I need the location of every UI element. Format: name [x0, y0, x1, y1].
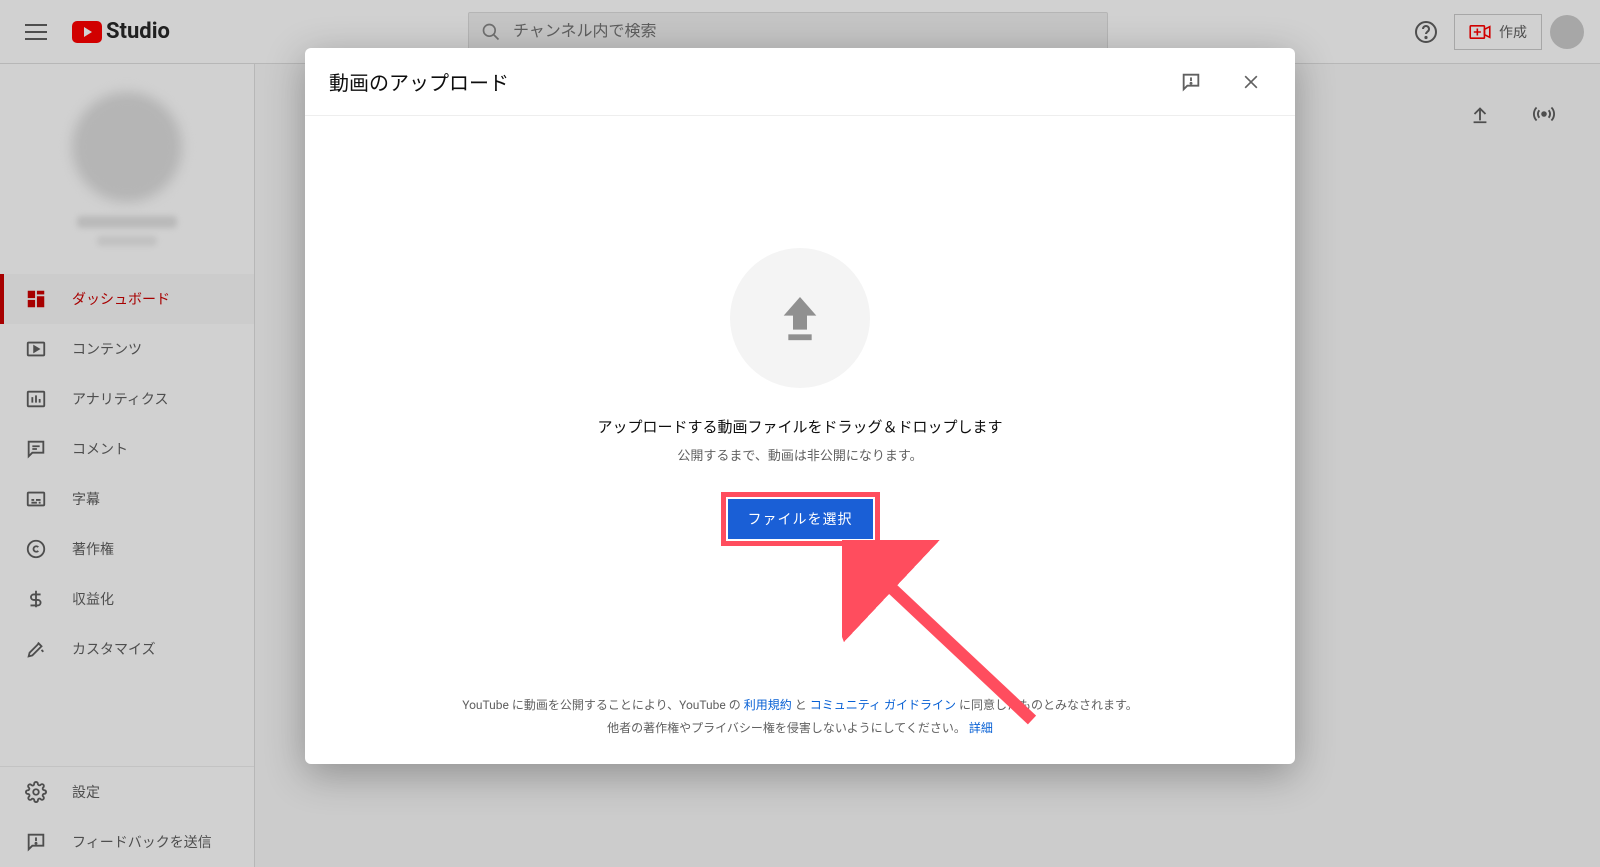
channel-sub-placeholder	[97, 236, 157, 246]
create-camera-icon	[1469, 24, 1491, 40]
account-avatar[interactable]	[1550, 15, 1584, 49]
sidebar-item-subtitles[interactable]: 字幕	[0, 474, 254, 524]
modal-footer: YouTube に動画を公開することにより、YouTube の 利用規約 と コ…	[305, 678, 1295, 764]
sidebar-item-label: 字幕	[72, 489, 100, 509]
upload-arrow-icon	[1469, 103, 1491, 125]
sidebar-item-analytics[interactable]: アナリティクス	[0, 374, 254, 424]
sidebar-item-settings[interactable]: 設定	[0, 767, 254, 817]
sidebar-item-monetization[interactable]: 収益化	[0, 574, 254, 624]
nav: ダッシュボード コンテンツ アナリティクス コメント	[0, 274, 254, 766]
sidebar-item-customize[interactable]: カスタマイズ	[0, 624, 254, 674]
close-icon	[1241, 72, 1261, 92]
menu-button[interactable]	[16, 12, 56, 52]
feedback-modal-button[interactable]	[1171, 62, 1211, 102]
tos-link[interactable]: 利用規約	[744, 698, 792, 712]
hamburger-icon	[25, 24, 47, 40]
select-button-highlight: ファイルを選択	[721, 492, 880, 546]
logo[interactable]: Studio	[72, 19, 170, 44]
sidebar-item-comments[interactable]: コメント	[0, 424, 254, 474]
sidebar-item-label: ダッシュボード	[72, 289, 170, 309]
search-wrap	[186, 12, 1390, 52]
close-button[interactable]	[1231, 62, 1271, 102]
select-file-button[interactable]: ファイルを選択	[728, 499, 873, 539]
analytics-icon	[24, 387, 48, 411]
sidebar-item-label: コメント	[72, 439, 128, 459]
upload-modal: 動画のアップロード アップロードする動画ファイルをドラッグ＆ドロップします 公開…	[305, 48, 1295, 764]
upload-drop-circle[interactable]	[730, 248, 870, 388]
footer-text: に同意したものとみなされます。	[959, 698, 1138, 712]
channel-avatar[interactable]	[72, 92, 182, 202]
settings-icon	[24, 780, 48, 804]
sidebar-item-label: コンテンツ	[72, 339, 142, 359]
footer-text: YouTube に動画を公開することにより、YouTube の	[462, 698, 740, 712]
live-icon	[1531, 103, 1557, 125]
header-right: 作成	[1406, 12, 1584, 52]
search-input[interactable]	[513, 23, 1095, 41]
search-icon	[481, 22, 501, 42]
more-link[interactable]: 詳細	[969, 721, 993, 735]
guidelines-link[interactable]: コミュニティ ガイドライン	[810, 698, 956, 712]
help-icon	[1414, 20, 1438, 44]
sidebar-item-copyright[interactable]: 著作権	[0, 524, 254, 574]
sidebar-item-label: フィードバックを送信	[72, 832, 212, 852]
sidebar-item-label: 設定	[72, 782, 100, 802]
channel-header	[0, 76, 254, 274]
feedback-icon	[1180, 71, 1202, 93]
monetization-icon	[24, 587, 48, 611]
sidebar: ダッシュボード コンテンツ アナリティクス コメント	[0, 64, 255, 867]
sidebar-item-label: 著作権	[72, 539, 114, 559]
create-button[interactable]: 作成	[1454, 14, 1542, 50]
upload-shortcut-button[interactable]	[1460, 94, 1500, 134]
comments-icon	[24, 437, 48, 461]
sidebar-item-label: アナリティクス	[72, 389, 168, 409]
sidebar-item-label: カスタマイズ	[72, 639, 156, 659]
customize-icon	[24, 637, 48, 661]
dashboard-icon	[24, 287, 48, 311]
youtube-play-icon	[72, 21, 102, 43]
footer-text: 他者の著作権やプライバシー権を侵害しないようにしてください。	[607, 721, 966, 735]
sidebar-item-label: 収益化	[72, 589, 114, 609]
nav-bottom: 設定 フィードバックを送信	[0, 766, 254, 867]
feedback-icon	[24, 830, 48, 854]
subtitles-icon	[24, 487, 48, 511]
search-box[interactable]	[468, 12, 1108, 52]
content-top-icons	[1460, 94, 1564, 134]
sidebar-item-feedback[interactable]: フィードバックを送信	[0, 817, 254, 867]
modal-body[interactable]: アップロードする動画ファイルをドラッグ＆ドロップします 公開するまで、動画は非公…	[305, 116, 1295, 678]
footer-text: と	[795, 698, 807, 712]
channel-name-placeholder	[77, 216, 177, 228]
sidebar-item-content[interactable]: コンテンツ	[0, 324, 254, 374]
upload-drag-message: アップロードする動画ファイルをドラッグ＆ドロップします	[597, 416, 1002, 437]
logo-text: Studio	[106, 19, 170, 44]
upload-private-message: 公開するまで、動画は非公開になります。	[677, 445, 922, 464]
modal-title: 動画のアップロード	[329, 67, 509, 96]
upload-icon	[772, 290, 828, 346]
modal-header: 動画のアップロード	[305, 48, 1295, 116]
go-live-button[interactable]	[1524, 94, 1564, 134]
sidebar-item-dashboard[interactable]: ダッシュボード	[0, 274, 254, 324]
copyright-icon	[24, 537, 48, 561]
content-icon	[24, 337, 48, 361]
create-label: 作成	[1499, 22, 1527, 42]
help-button[interactable]	[1406, 12, 1446, 52]
